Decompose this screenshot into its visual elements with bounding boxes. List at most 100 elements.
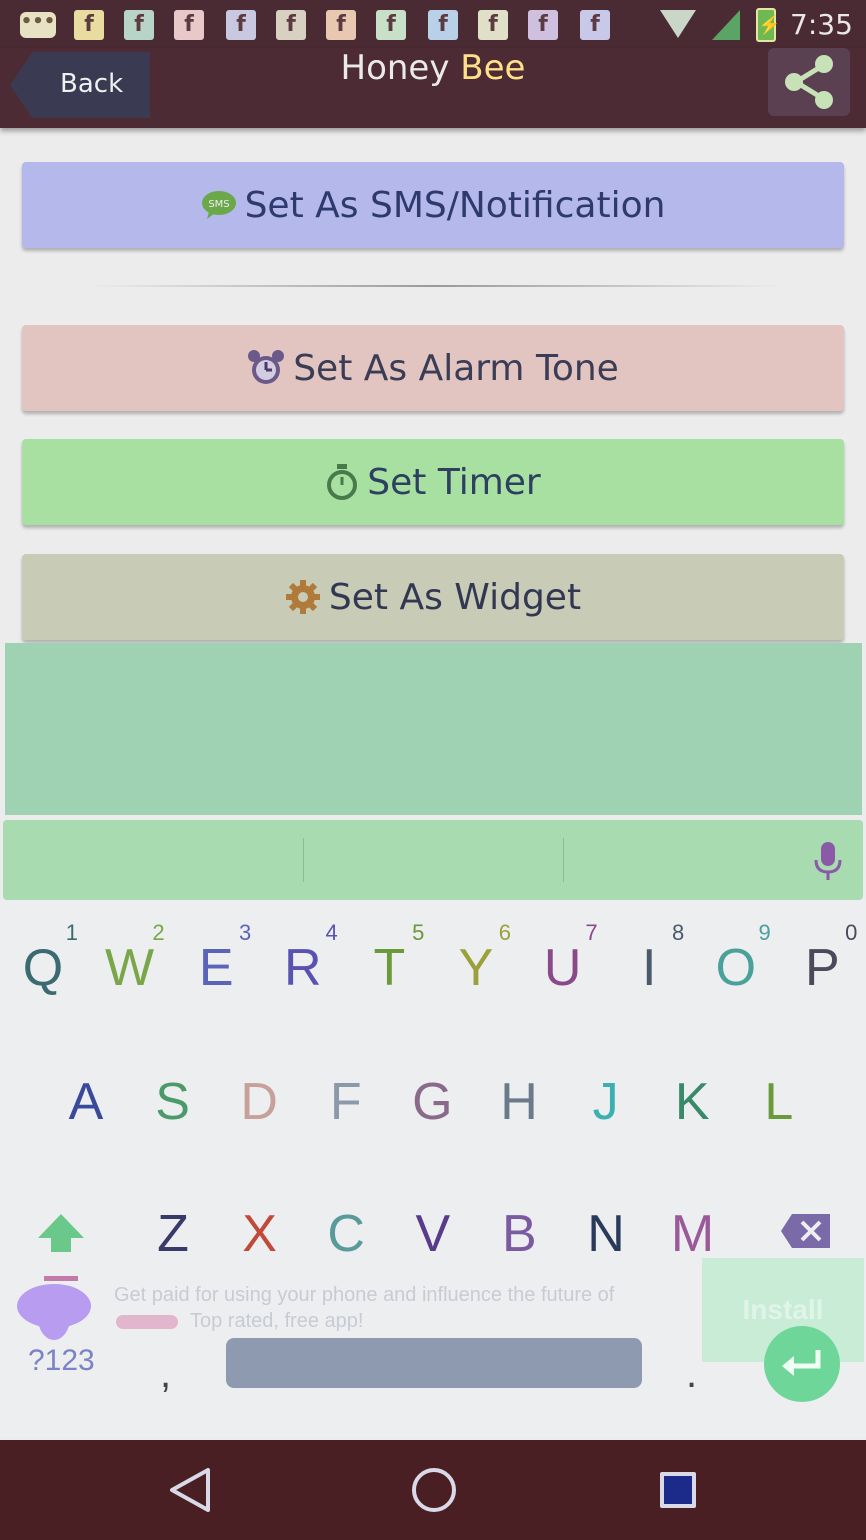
facebook-notification-icon: f [326,10,356,40]
wifi-icon [660,10,696,38]
cell-signal-icon [712,10,740,40]
set-as-sms-notification-button[interactable]: SMS Set As SMS/Notification [22,162,844,248]
key-letter: I [641,939,657,997]
share-icon [785,55,833,109]
ad-logo-icon [17,1276,91,1340]
key-c[interactable]: C [303,1172,389,1282]
key-e[interactable]: E3 [173,906,259,1016]
sms-icon: SMS [201,191,236,219]
key-g[interactable]: G [389,1040,475,1150]
enter-arrow-icon [782,1350,821,1376]
key-w[interactable]: W2 [87,906,173,1016]
triangle-back-icon[interactable] [168,1466,212,1514]
suggestion-separator [303,838,304,882]
key-letter: V [415,1205,451,1263]
key-x[interactable]: X [217,1172,303,1282]
share-button[interactable] [768,48,850,116]
sms-button-label: Set As SMS/Notification [244,184,666,226]
action-bar: Honey Bee Back [0,48,866,128]
key-letter: B [502,1205,537,1263]
key-letter: E [198,939,234,997]
key-u[interactable]: U7 [520,906,606,1016]
keyboard-suggestion-strip[interactable] [3,820,863,900]
space-bar[interactable] [226,1338,642,1388]
facebook-notification-icon: f [428,10,458,40]
key-n[interactable]: N [563,1172,649,1282]
gear-icon [285,580,320,614]
back-button[interactable]: Back [10,52,150,118]
key-letter: D [240,1073,278,1131]
facebook-notification-icon: f [478,10,508,40]
key-h[interactable]: H [476,1040,562,1150]
alarm-button-label: Set As Alarm Tone [293,347,619,389]
key-letter: C [327,1205,365,1263]
key-p[interactable]: P0 [779,906,865,1016]
facebook-notification-icon: f [276,10,306,40]
ad-subtext: Top rated, free app! [190,1310,364,1332]
key-b[interactable]: B [476,1172,562,1282]
key-number-hint: 4 [325,920,338,945]
key-z[interactable]: Z [130,1172,216,1282]
overlay-panel [5,643,862,815]
key-j[interactable]: J [563,1040,649,1150]
key-number-hint: 9 [758,920,771,945]
key-s[interactable]: S [130,1040,216,1150]
set-as-alarm-tone-button[interactable]: Set As Alarm Tone [22,325,844,411]
title-part-1: Honey [340,48,450,88]
facebook-notification-icon: f [580,10,610,40]
key-i[interactable]: I8 [606,906,692,1016]
divider [90,285,780,287]
facebook-notification-icon: f [226,10,256,40]
alarm-clock-icon [248,350,285,384]
key-letter: R [284,939,322,997]
suggestion-separator [563,838,564,882]
key-v[interactable]: V [390,1172,476,1282]
symbols-key[interactable]: ?123 [28,1344,95,1378]
enter-key[interactable] [764,1326,840,1402]
key-number-hint: 1 [65,920,78,945]
key-number-hint: 6 [498,920,511,945]
key-letter: A [68,1073,104,1131]
backspace-icon[interactable] [780,1212,832,1250]
circle-home-icon[interactable] [412,1468,456,1512]
key-a[interactable]: A [43,1040,129,1150]
key-letter: T [373,939,406,997]
key-o[interactable]: O9 [693,906,779,1016]
square-recents-icon[interactable] [660,1472,696,1508]
key-k[interactable]: K [649,1040,735,1150]
set-as-widget-button[interactable]: Set As Widget [22,554,844,640]
key-letter: X [242,1205,277,1263]
facebook-notification-icon: f [124,10,154,40]
timer-button-label: Set Timer [367,461,541,503]
key-letter: L [764,1073,794,1131]
stopwatch-icon [327,464,358,500]
key-d[interactable]: D [216,1040,302,1150]
key-t[interactable]: T5 [346,906,432,1016]
period-key[interactable]: . [686,1352,697,1397]
facebook-notification-icon: f [528,10,558,40]
key-number-hint: 5 [412,920,425,945]
status-time: 7:35 [790,8,853,41]
key-number-hint: 0 [845,920,858,945]
facebook-notification-icon: f [376,10,406,40]
title-part-2: Bee [460,48,526,88]
ad-rating-bar [116,1315,178,1329]
microphone-icon[interactable] [812,840,844,882]
status-bar: ••• f f f f f f f f f f f ⚡ 7:35 [0,0,866,48]
key-letter: O [715,939,757,997]
key-number-hint: 7 [585,920,598,945]
set-timer-button[interactable]: Set Timer [22,439,844,525]
shift-arrow-icon[interactable] [36,1212,86,1254]
key-y[interactable]: Y6 [433,906,519,1016]
key-letter: H [500,1073,538,1131]
comma-key[interactable]: , [160,1352,171,1397]
key-letter: J [592,1073,619,1131]
key-letter: M [670,1205,715,1263]
key-r[interactable]: R4 [260,906,346,1016]
message-notification-icon: ••• [20,12,56,38]
key-l[interactable]: L [736,1040,822,1150]
key-f[interactable]: F [303,1040,389,1150]
key-letter: K [674,1073,710,1131]
key-q[interactable]: Q1 [0,906,86,1016]
facebook-notification-icon: f [74,10,104,40]
